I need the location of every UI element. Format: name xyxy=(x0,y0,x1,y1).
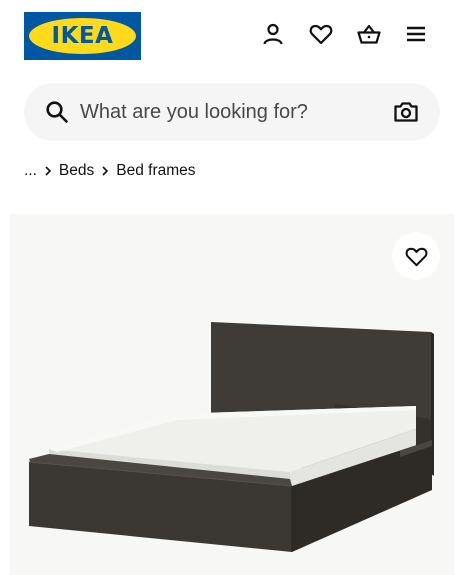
breadcrumb-beds[interactable]: Beds xyxy=(59,162,94,180)
chevron-right-icon xyxy=(37,166,59,176)
heart-icon xyxy=(405,247,427,266)
heart-icon[interactable] xyxy=(307,20,335,48)
basket-icon[interactable] xyxy=(355,20,383,48)
menu-icon[interactable] xyxy=(402,20,430,48)
logo-text: IKEA xyxy=(51,23,114,49)
favorite-button[interactable] xyxy=(392,232,440,280)
ikea-logo[interactable]: IKEA xyxy=(24,12,141,60)
breadcrumb-bed-frames: Bed frames xyxy=(116,162,196,179)
bed-frame-image xyxy=(28,322,434,552)
account-icon[interactable] xyxy=(259,20,287,48)
search-bar[interactable] xyxy=(24,83,440,141)
breadcrumb-more[interactable]: ... xyxy=(24,162,37,180)
breadcrumb: ... Beds Bed frames xyxy=(24,160,196,182)
search-input[interactable] xyxy=(80,83,400,141)
camera-icon[interactable] xyxy=(392,98,420,126)
chevron-right-icon xyxy=(94,166,116,176)
product-image-area[interactable] xyxy=(10,214,454,575)
search-icon[interactable] xyxy=(44,99,70,125)
header: IKEA xyxy=(0,0,464,72)
